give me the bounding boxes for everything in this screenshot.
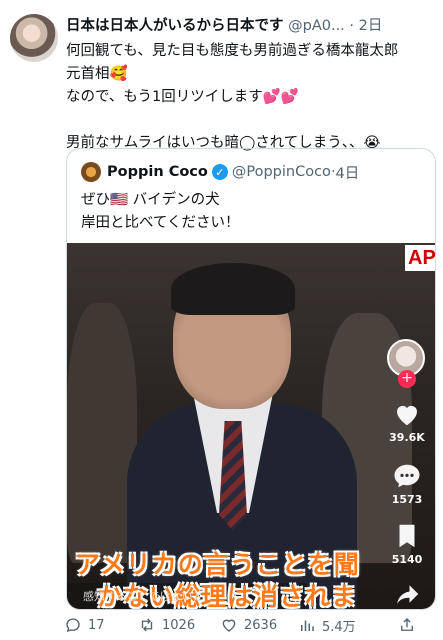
like-count: 39.6K	[389, 431, 425, 444]
reply-icon	[66, 618, 80, 633]
quoted-tweet[interactable]: Poppin Coco ✓ @PoppinCoco · 4日 ぜひ🇺🇸 バイデン…	[66, 148, 436, 610]
tweet-line: なので、もう1回リツイします💕💕	[66, 89, 299, 105]
heart-icon[interactable]	[390, 399, 424, 429]
share-upload-icon	[401, 618, 413, 631]
author-name[interactable]: 日本は日本人がいるから日本です	[66, 18, 284, 34]
quote-line: ぜひ🇺🇸 バイデンの犬	[81, 192, 220, 208]
like-heart-icon	[222, 619, 236, 632]
author-avatar[interactable]	[10, 14, 58, 62]
quote-text: ぜひ🇺🇸 バイデンの犬 岸田と比べてください！	[81, 189, 239, 235]
quote-header: Poppin Coco ✓ @PoppinCoco · 4日	[81, 161, 359, 183]
reply-button[interactable]: 17	[64, 614, 105, 636]
reply-count: 17	[88, 617, 105, 633]
like-count: 2636	[244, 617, 278, 633]
author-handle[interactable]: @pA0...	[288, 18, 345, 34]
verified-badge-icon: ✓	[211, 164, 228, 180]
tweet-line: 何回観ても、見た目も態度も男前過ぎる橋本龍太郎	[66, 43, 399, 59]
views-button[interactable]: 5.4万	[298, 614, 356, 636]
caption-text: 感知することではないと	[83, 590, 204, 603]
tweet-text: 何回観ても、見た目も態度も男前過ぎる橋本龍太郎 元首相🥰 なので、もう1回リツイ…	[66, 40, 436, 155]
tweet-line: 元首相🥰	[66, 66, 128, 82]
tweet-time[interactable]: 2日	[359, 18, 383, 34]
quote-line: 岸田と比べてください！	[81, 215, 240, 231]
tweet-header: 日本は日本人がいるから日本です @pA0... · 2日	[66, 14, 438, 36]
quote-author-handle: @PoppinCoco	[231, 164, 331, 180]
views-chart-icon	[301, 620, 314, 631]
follow-plus-icon[interactable]: +	[398, 370, 416, 388]
ap-logo: AP	[405, 245, 435, 271]
retweet-icon	[141, 618, 153, 632]
quote-time: 4日	[335, 165, 360, 182]
quote-author-name: Poppin Coco	[107, 164, 208, 180]
retweet-button[interactable]: 1026	[138, 614, 195, 636]
action-bar: 17 1026 2636 5.4万	[62, 614, 442, 636]
subtitle-line-1: アメリカの言うことを聞	[75, 550, 360, 579]
separator-dot: ·	[349, 18, 355, 34]
video-player[interactable]: AP + 39.6K 1573 5140 アメリカの言うことを聞 かない総理は消…	[67, 243, 435, 609]
view-count: 5.4万	[322, 619, 356, 635]
speaker-hair	[171, 263, 295, 315]
comment-icon[interactable]	[390, 461, 424, 491]
share-button[interactable]	[398, 614, 422, 636]
retweet-count: 1026	[162, 617, 196, 633]
like-button[interactable]: 2636	[220, 614, 277, 636]
tweet-line	[66, 109, 436, 132]
quote-author-avatar	[81, 162, 101, 182]
comment-count: 1573	[391, 493, 423, 506]
